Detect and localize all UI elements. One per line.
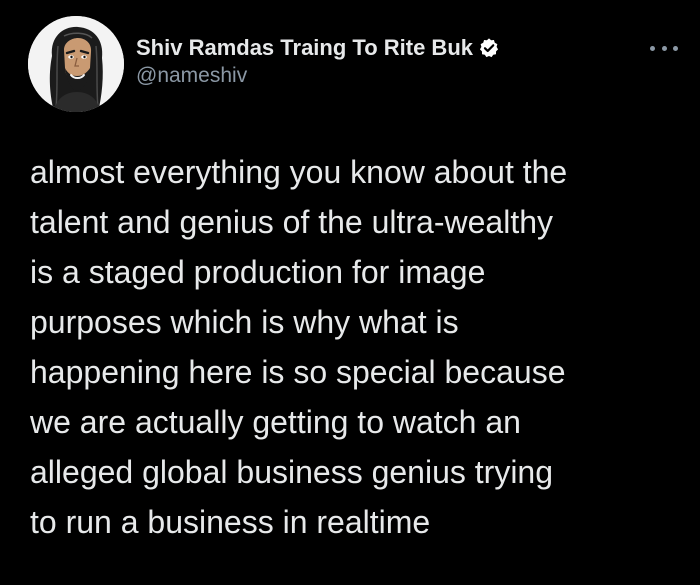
more-dot [673, 45, 678, 51]
tweet-text-line: happening here is so special because [30, 354, 566, 390]
cartoon-portrait-avatar-icon [28, 16, 124, 112]
tweet-text-line: talent and genius of the ultra-wealthy [30, 204, 553, 240]
more-dot [650, 45, 655, 51]
more-options-icon[interactable] [650, 38, 678, 58]
author-handle[interactable]: @nameshiv [136, 64, 247, 88]
tweet-text-line: purposes which is why what is [30, 304, 459, 340]
author-name-row: Shiv Ramdas Traing To Rite Buk [136, 34, 500, 62]
tweet-text-line: is a staged production for image [30, 254, 486, 290]
author-avatar[interactable] [28, 16, 124, 112]
tweet-text-line: we are actually getting to watch an [30, 404, 521, 440]
more-dot [661, 45, 667, 51]
tweet: Shiv Ramdas Traing To Rite Buk @nameshiv… [0, 0, 700, 585]
author-display-name[interactable]: Shiv Ramdas Traing To Rite Buk [136, 35, 473, 61]
tweet-text-line: alleged global business genius trying [30, 454, 554, 490]
tweet-text-line: almost everything you know about the [30, 154, 568, 190]
tweet-text: almost everything you know about the tal… [30, 147, 680, 547]
tweet-text-line: to run a business in realtime [30, 504, 431, 540]
verified-badge-icon [478, 37, 500, 59]
